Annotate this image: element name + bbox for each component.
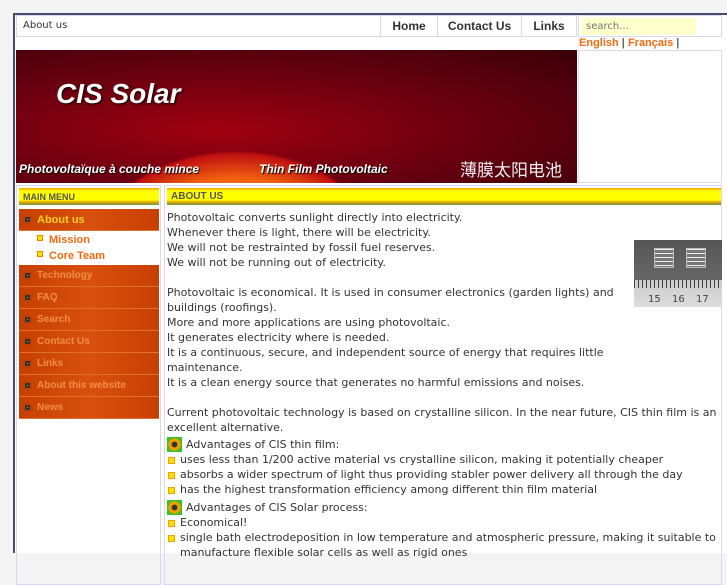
menu-bullet-icon: [23, 359, 32, 368]
menu-item-faq[interactable]: FAQ: [19, 287, 159, 309]
menu-item-links[interactable]: Links: [19, 353, 159, 375]
menu-item-about-website[interactable]: About this website: [19, 375, 159, 397]
submenu-core-team[interactable]: Core Team: [37, 250, 105, 262]
french-tagline: Photovoltaïque à couche mince: [19, 162, 200, 176]
logo: CIS Solar: [56, 78, 181, 109]
menu-item-search[interactable]: Search: [19, 309, 159, 331]
menu-item-contact-us[interactable]: Contact Us: [19, 331, 159, 353]
list-item: absorbs a wider spectrum of light thus p…: [167, 467, 717, 482]
menu-bullet-icon: [23, 315, 32, 324]
main-menu-title: MAIN MENU: [19, 188, 159, 205]
ruler-label: 17: [696, 294, 709, 305]
menu-bullet-icon: [23, 337, 32, 346]
cell-chip: [686, 248, 706, 268]
list-item: has the highest transformation efficienc…: [167, 482, 717, 497]
advantages-heading: Advantages of CIS Solar process:: [167, 500, 717, 515]
section-title: ABOUT US: [167, 188, 721, 205]
advantages-heading: Advantages of CIS thin film:: [167, 437, 717, 452]
ruler-label: 16: [672, 294, 685, 305]
menu-bullet-icon: [23, 403, 32, 412]
advantages-list: uses less than 1/200 active material vs …: [167, 452, 717, 497]
sunflower-icon: [167, 437, 182, 452]
search-input[interactable]: [581, 18, 696, 35]
nav-home[interactable]: Home: [380, 15, 438, 37]
menu-item-technology[interactable]: Technology: [19, 265, 159, 287]
search-box: [578, 15, 722, 37]
english-tagline: Thin Film Photovoltaic: [259, 162, 388, 176]
list-item: uses less than 1/200 active material vs …: [167, 452, 717, 467]
nav-contact-us[interactable]: Contact Us: [437, 15, 522, 37]
banner: CIS Solar Photovoltaïque à couche mince …: [16, 50, 577, 183]
lang-english[interactable]: English: [579, 37, 619, 49]
paragraph: Current photovoltaic technology is based…: [167, 406, 717, 434]
advantages-list: Economical! single bath electrodepositio…: [167, 515, 717, 560]
cell-chip: [654, 248, 674, 268]
list-item: Economical!: [167, 515, 717, 530]
ruler-ticks: [634, 280, 722, 288]
side-box: [578, 50, 722, 183]
menu-bullet-icon: [23, 215, 32, 224]
submenu-mission[interactable]: Mission: [37, 234, 90, 246]
menu-bullet-icon: [23, 271, 32, 280]
breadcrumb: About us: [23, 20, 68, 31]
cis-cell-photo: 15 16 17: [634, 240, 722, 307]
chinese-tagline: 薄膜太阳电池: [460, 161, 562, 181]
menu-bullet-icon: [23, 381, 32, 390]
bullet-icon: [37, 251, 43, 257]
menu-item-news[interactable]: News: [19, 397, 159, 419]
menu-bullet-icon: [23, 293, 32, 302]
lang-french[interactable]: Français: [628, 37, 673, 49]
nav-links[interactable]: Links: [521, 15, 577, 37]
ruler-label: 15: [648, 294, 661, 305]
bullet-icon: [37, 235, 43, 241]
sidebar: MAIN MENU About us Mission Core Team Tec…: [16, 185, 161, 585]
language-switcher: English | Français |: [579, 37, 680, 49]
menu-item-about-us[interactable]: About us: [19, 209, 159, 231]
list-item: single bath electrodeposition in low tem…: [167, 530, 717, 560]
sunflower-icon: [167, 500, 182, 515]
